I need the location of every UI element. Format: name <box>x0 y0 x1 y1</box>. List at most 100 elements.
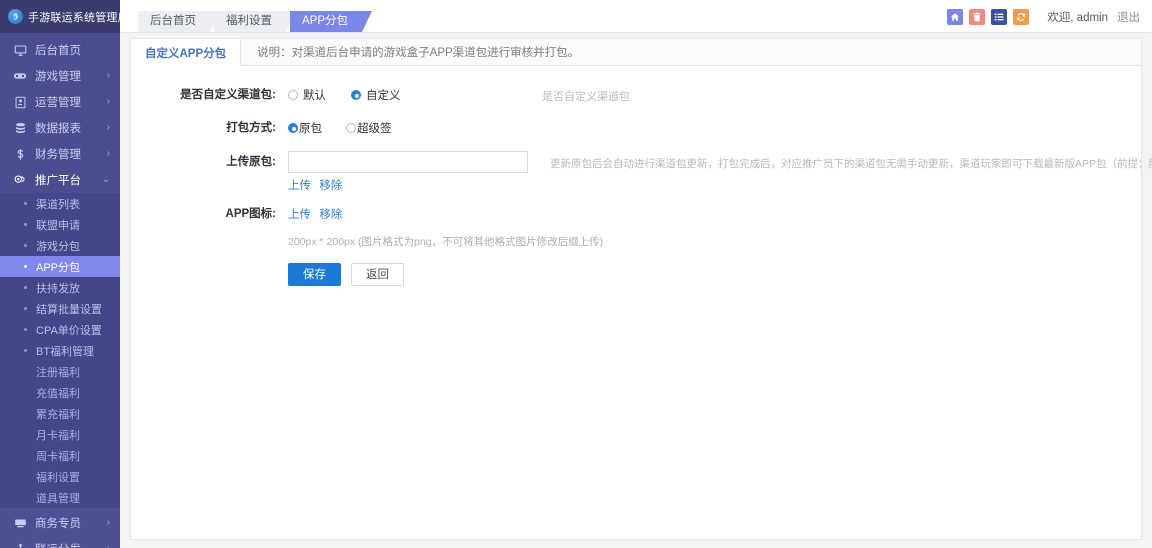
refresh-icon[interactable] <box>1013 8 1030 25</box>
radio-group-custom-package: 默认 自定义 <box>288 84 1141 106</box>
sidebar-sublabel: 周卡福利 <box>36 450 80 463</box>
subtab-label: 自定义APP分包 <box>145 47 227 60</box>
sidebar-sublabel: 累充福利 <box>36 408 80 421</box>
bullet-icon <box>24 244 27 247</box>
sidebar-subitem-month-card-welfare[interactable]: 月卡福利 <box>0 424 120 445</box>
page-description: 说明：对渠道后台申请的游戏盒子APP渠道包进行审核并打包。 <box>257 47 580 59</box>
sidebar-subitem-week-card-welfare[interactable]: 周卡福利 <box>0 445 120 466</box>
gamepad-icon <box>12 68 28 84</box>
sidebar-item-game-management[interactable]: 游戏管理 › <box>0 63 120 89</box>
sidebar-item-dashboard[interactable]: 后台首页 <box>0 37 120 63</box>
sidebar-subitem-cumulative-welfare[interactable]: 累充福利 <box>0 403 120 424</box>
sidebar-label: 联运分发 <box>35 541 107 548</box>
sidebar-sublabel: 扶持发放 <box>36 282 80 295</box>
control-package-mode: 原包 超级签 <box>288 117 1141 139</box>
label-package-mode: 打包方式: <box>226 122 276 134</box>
list-icon[interactable] <box>991 8 1008 25</box>
radio-default[interactable]: 默认 <box>288 87 351 103</box>
sidebar-label: 后台首页 <box>35 45 81 57</box>
sidebar-submenu-promotion: 渠道列表 联盟申请 游戏分包 APP分包 扶持发放 结算批量设置 CPA单价设置… <box>0 193 120 508</box>
app-icon-links: 上传 移除 <box>288 203 1141 226</box>
megaphone-icon <box>12 172 28 188</box>
sidebar-subitem-alliance-apply[interactable]: 联盟申请 <box>0 214 120 235</box>
radio-label: 超级签 <box>357 123 392 135</box>
desktop-icon <box>12 515 28 531</box>
radio-group-package-mode: 原包 超级签 <box>288 117 1141 139</box>
sidebar-subitem-bt-welfare[interactable]: BT福利管理 <box>0 340 120 361</box>
bullet-icon <box>24 286 27 289</box>
label-custom-package: 是否自定义渠道包: <box>180 89 276 101</box>
id-card-icon <box>12 94 28 110</box>
tab-label: APP分包 <box>302 15 349 27</box>
app-package-form: 是否自定义渠道包: 默认 自定义 是否自定义渠道包 打包方式: 原包 超级签 上… <box>131 66 1152 286</box>
form-row-app-icon: APP图标: 上传 移除 200px * 200px (图片格式为png，不可将… <box>131 203 1141 286</box>
sidebar-menu: 后台首页 游戏管理 › 运营管理 › 数据报表 › 财务管理 › 推广平台 ⌄ … <box>0 33 120 548</box>
sidebar-subitem-app-package[interactable]: APP分包 <box>0 256 120 277</box>
sidebar-sublabel: 联盟申请 <box>36 219 80 232</box>
sidebar-subitem-welfare-settings[interactable]: 福利设置 <box>0 466 120 487</box>
radio-label: 自定义 <box>366 90 401 102</box>
radio-custom[interactable]: 自定义 <box>351 87 401 103</box>
sidebar-label: 游戏管理 <box>35 71 81 83</box>
database-icon <box>12 120 28 136</box>
back-button[interactable]: 返回 <box>351 263 404 286</box>
hint-custom-package: 是否自定义渠道包 <box>542 91 630 103</box>
chevron-right-icon: › <box>106 70 110 81</box>
subtab-custom-app-package[interactable]: 自定义APP分包 <box>131 39 242 66</box>
sidebar-item-operations[interactable]: 运营管理 › <box>0 89 120 115</box>
spiral-logo-icon <box>8 9 23 24</box>
upload-link[interactable]: 上传 <box>288 209 311 221</box>
sidebar-label: 运营管理 <box>35 97 81 109</box>
content-panel: 自定义APP分包 说明：对渠道后台申请的游戏盒子APP渠道包进行审核并打包。 是… <box>130 38 1152 540</box>
upload-link[interactable]: 上传 <box>288 180 311 192</box>
bullet-icon <box>24 265 27 268</box>
trash-icon[interactable] <box>969 8 986 25</box>
sidebar-item-finance[interactable]: 财务管理 › <box>0 141 120 167</box>
sidebar-subitem-support-grant[interactable]: 扶持发放 <box>0 277 120 298</box>
tab-dashboard[interactable]: 后台首页 <box>138 11 220 32</box>
sidebar-sublabel: 道具管理 <box>36 492 80 505</box>
tab-app-package[interactable]: APP分包 <box>290 11 373 32</box>
sidebar-item-reports[interactable]: 数据报表 › <box>0 115 120 141</box>
radio-circle-icon <box>351 90 361 100</box>
logout-link[interactable]: 退出 <box>1117 9 1140 25</box>
sidebar-sublabel: APP分包 <box>36 261 81 274</box>
chevron-down-icon: ⌄ <box>101 174 110 185</box>
remove-link[interactable]: 移除 <box>319 209 342 221</box>
radio-super-sign[interactable]: 超级签 <box>346 120 392 136</box>
tab-welfare-settings[interactable]: 福利设置 <box>214 11 296 32</box>
topbar-actions: 欢迎, admin 退出 <box>947 0 1152 33</box>
sidebar-subitem-item-management[interactable]: 道具管理 <box>0 487 120 508</box>
sidebar-subitem-settlement-batch[interactable]: 结算批量设置 <box>0 298 120 319</box>
tab-bar: 后台首页 福利设置 APP分包 <box>120 0 373 32</box>
bullet-icon <box>24 307 27 310</box>
sidebar-subitem-game-package[interactable]: 游戏分包 <box>0 235 120 256</box>
sidebar-subitem-channel-list[interactable]: 渠道列表 <box>0 193 120 214</box>
sidebar-sublabel: 充值福利 <box>36 387 80 400</box>
sidebar-sublabel: 结算批量设置 <box>36 303 102 316</box>
sidebar-sublabel: CPA单价设置 <box>36 324 102 337</box>
brand-logo[interactable]: 手游联运系统管理后台 <box>0 0 120 33</box>
bullet-icon <box>24 328 27 331</box>
home-icon[interactable] <box>947 8 964 25</box>
radio-circle-icon <box>288 123 298 133</box>
remove-link[interactable]: 移除 <box>319 180 342 192</box>
radio-original-package[interactable]: 原包 <box>288 120 346 136</box>
sidebar: 手游联运系统管理后台 后台首页 游戏管理 <box>0 0 120 548</box>
upload-package-links: 上传 移除 <box>288 177 1141 193</box>
sidebar-item-joint-distribution[interactable]: 联运分发 › <box>0 536 120 548</box>
sidebar-item-business-specialist[interactable]: 商务专员 › <box>0 510 120 536</box>
sidebar-subitem-cpa-price[interactable]: CPA单价设置 <box>0 319 120 340</box>
monitor-icon <box>12 42 28 58</box>
sidebar-subitem-register-welfare[interactable]: 注册福利 <box>0 361 120 382</box>
sidebar-subitem-recharge-welfare[interactable]: 充值福利 <box>0 382 120 403</box>
chevron-right-icon: › <box>107 544 110 548</box>
topbar: 后台首页 福利设置 APP分包 欢迎, admin 退出 <box>120 0 1152 33</box>
sidebar-item-promotion-platform[interactable]: 推广平台 ⌄ <box>0 167 120 193</box>
upload-package-input[interactable] <box>288 151 528 173</box>
label-app-icon: APP图标: <box>225 208 276 220</box>
sidebar-label: 商务专员 <box>35 518 81 530</box>
tab-label: 福利设置 <box>226 15 272 27</box>
save-button[interactable]: 保存 <box>288 263 341 286</box>
radio-circle-icon <box>288 90 298 100</box>
